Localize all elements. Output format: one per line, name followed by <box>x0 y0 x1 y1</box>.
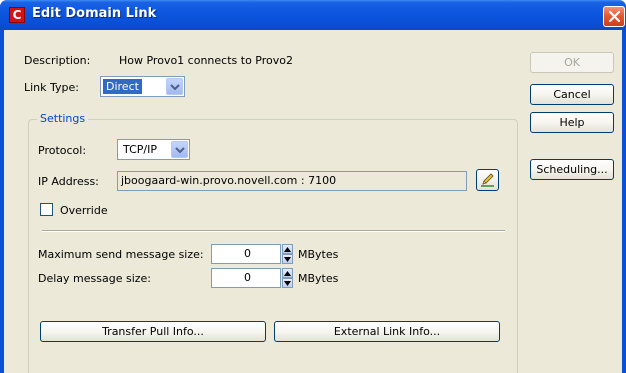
edit-ip-address-button[interactable] <box>476 169 499 191</box>
max-send-size-label: Maximum send message size: <box>38 248 204 261</box>
spinner-up-button[interactable] <box>282 244 293 254</box>
spinner-down-button[interactable] <box>282 254 293 264</box>
arrow-down-icon <box>284 281 291 286</box>
transfer-pull-info-button[interactable]: Transfer Pull Info... <box>40 321 266 342</box>
delay-size-unit: MBytes <box>298 272 339 285</box>
protocol-value: TCP/IP <box>123 143 157 156</box>
protocol-select[interactable]: TCP/IP <box>117 139 190 160</box>
description-label: Description: <box>24 54 91 67</box>
ok-button[interactable]: OK <box>530 52 614 73</box>
external-link-info-button[interactable]: External Link Info... <box>274 321 500 342</box>
chevron-down-icon <box>170 84 180 91</box>
max-send-size-input[interactable]: 0 <box>211 244 281 264</box>
override-label: Override <box>60 204 108 217</box>
help-button[interactable]: Help <box>530 112 614 133</box>
override-checkbox[interactable] <box>40 203 53 216</box>
delay-size-input[interactable]: 0 <box>211 268 281 288</box>
spinner-down-button[interactable] <box>282 278 293 288</box>
dialog-body: Description: How Provo1 connects to Prov… <box>4 30 622 373</box>
link-type-value: Direct <box>103 79 142 94</box>
protocol-dropdown-button[interactable] <box>171 141 188 158</box>
scheduling-button[interactable]: Scheduling... <box>530 159 614 180</box>
description-value: How Provo1 connects to Provo2 <box>119 54 293 67</box>
close-icon <box>608 10 621 23</box>
cancel-button[interactable]: Cancel <box>530 84 614 105</box>
delay-size-label: Delay message size: <box>38 272 152 285</box>
protocol-label: Protocol: <box>38 144 87 157</box>
arrow-down-icon <box>284 257 291 262</box>
window-title: Edit Domain Link <box>32 6 157 21</box>
ip-address-field[interactable]: jboogaard-win.provo.novell.com : 7100 <box>117 171 467 191</box>
link-type-label: Link Type: <box>24 81 79 94</box>
spinner-up-button[interactable] <box>282 268 293 278</box>
settings-group-title: Settings <box>37 112 89 125</box>
close-button[interactable] <box>603 6 625 27</box>
delay-size-spinner[interactable] <box>282 268 293 288</box>
settings-divider <box>42 230 505 232</box>
ip-address-label: IP Address: <box>38 175 99 188</box>
arrow-up-icon <box>284 247 291 252</box>
arrow-up-icon <box>284 271 291 276</box>
max-send-size-spinner[interactable] <box>282 244 293 264</box>
app-icon: C <box>9 7 25 23</box>
title-bar: C Edit Domain Link <box>0 0 626 30</box>
edit-domain-link-dialog: C Edit Domain Link Description: How Prov… <box>0 0 626 373</box>
link-type-select[interactable]: Direct <box>100 76 185 97</box>
chevron-down-icon <box>175 147 185 154</box>
link-type-dropdown-button[interactable] <box>166 78 183 95</box>
pencil-icon <box>481 173 494 187</box>
max-send-size-unit: MBytes <box>298 248 339 261</box>
